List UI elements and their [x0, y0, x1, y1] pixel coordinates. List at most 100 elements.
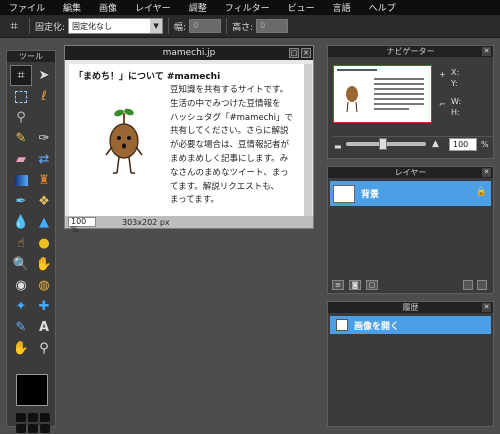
menu-language[interactable]: 言語	[333, 1, 351, 14]
document-title-bar[interactable]: mamechi.jp □ ✕	[65, 46, 313, 60]
divider	[226, 18, 228, 34]
color-preset[interactable]	[28, 413, 38, 422]
crop-icon: ⌗	[10, 18, 18, 34]
layers-footer: ≡ ◙ ▢	[332, 280, 378, 290]
menu-file[interactable]: ファイル	[9, 1, 45, 14]
image-canvas[interactable]: 「まめち！」について #mamechi 豆知識を共有するサイトです。 生活の中で…	[69, 64, 304, 216]
navigator-zoom-input[interactable]: 100	[449, 138, 477, 151]
layer-mask-icon[interactable]: ◙	[349, 280, 361, 290]
ratio-select[interactable]: 固定化なし ▼	[68, 18, 164, 34]
layers-footer-actions	[463, 280, 487, 290]
divider	[168, 18, 170, 34]
tools-panel-title: ツール	[7, 51, 55, 62]
layer-style-icon[interactable]: ▢	[366, 280, 378, 290]
lock-icon[interactable]: 🔒	[476, 187, 487, 197]
layers-title-bar: レイヤー ✕	[328, 167, 493, 178]
mascot-illustration	[105, 108, 143, 174]
open-image-icon	[336, 319, 348, 331]
x-label: X:	[451, 68, 460, 77]
lasso-tool-icon[interactable]: ℓ	[33, 86, 55, 107]
menu-help[interactable]: ヘルプ	[369, 1, 396, 14]
dimensions-icon: ⌐	[439, 100, 446, 109]
height-label: 高さ:	[232, 22, 254, 33]
menu-view[interactable]: ビュー	[288, 1, 315, 14]
height-input[interactable]: 0	[256, 19, 289, 33]
chevron-down-icon[interactable]: ▼	[150, 19, 163, 33]
crop-tool-icon[interactable]: ⌗	[10, 65, 32, 86]
move-tool-icon[interactable]: ➤	[33, 65, 55, 86]
magnifier-icon[interactable]: ⚲	[33, 338, 55, 359]
pan-icon[interactable]: ✋	[10, 338, 32, 359]
thumbnail-preview	[337, 69, 424, 113]
draw-icon[interactable]: ✎	[10, 317, 32, 338]
history-item[interactable]: 画像を開く	[330, 316, 491, 334]
divider	[333, 136, 493, 137]
red-eye-icon[interactable]: ◉	[10, 275, 32, 296]
maximize-icon[interactable]: □	[289, 48, 299, 58]
blur-icon[interactable]: 💧	[10, 212, 32, 233]
sponge-icon[interactable]: ❖	[33, 191, 55, 212]
close-icon[interactable]: ✕	[482, 168, 491, 177]
close-icon[interactable]: ✕	[482, 303, 491, 312]
hand-tool-icon[interactable]: ✋	[33, 254, 55, 275]
color-preset[interactable]	[40, 424, 50, 433]
color-preset[interactable]	[28, 424, 38, 433]
pinch-icon[interactable]: ✦	[10, 296, 32, 317]
color-presets	[16, 413, 50, 433]
replace-color-icon[interactable]: ⇄	[33, 149, 55, 170]
divider	[29, 18, 30, 34]
brush-icon[interactable]: ✑	[33, 128, 55, 149]
layers-panel: レイヤー ✕ 背景 🔒 ≡ ◙ ▢	[327, 166, 494, 294]
delete-layer-icon[interactable]	[477, 280, 487, 290]
h-label: H:	[451, 108, 460, 117]
menu-filter[interactable]: フィルター	[225, 1, 270, 14]
menu-adjust[interactable]: 調整	[189, 1, 207, 14]
color-picker-icon[interactable]: ✒	[10, 191, 32, 212]
y-label: Y:	[451, 79, 458, 88]
pencil-icon[interactable]: ✎	[10, 128, 32, 149]
magic-wand-icon[interactable]: ⚲	[10, 107, 32, 128]
color-preset[interactable]	[16, 424, 26, 433]
history-item-label: 画像を開く	[354, 321, 400, 332]
close-icon[interactable]: ✕	[301, 48, 311, 58]
ratio-select-value: 固定化なし	[72, 21, 113, 31]
color-preset[interactable]	[16, 413, 26, 422]
stamp-icon[interactable]: ♜	[33, 170, 55, 191]
image-body-text: 豆知識を共有するサイトです。 生活の中でみつけた豆情報を ハッシュタグ「#mam…	[170, 85, 294, 206]
gradient-icon[interactable]	[10, 170, 32, 191]
close-icon[interactable]: ✕	[482, 47, 491, 56]
smudge-icon[interactable]: ☝	[10, 233, 32, 254]
width-label: 幅:	[174, 22, 187, 33]
marquee-tool-icon[interactable]	[10, 86, 32, 107]
zoom-field[interactable]: 100 %	[68, 217, 96, 234]
menu-layer[interactable]: レイヤー	[135, 1, 171, 14]
new-layer-icon[interactable]	[463, 280, 473, 290]
navigator-title: ナビゲーター	[386, 47, 435, 56]
menu-edit[interactable]: 編集	[63, 1, 81, 14]
layer-name: 背景	[361, 190, 380, 200]
document-title: mamechi.jp	[162, 48, 216, 58]
width-input[interactable]: 0	[189, 19, 222, 33]
dodge-icon[interactable]: ●	[33, 233, 55, 254]
navigator-zoom-unit: %	[481, 140, 489, 149]
zoom-out-icon[interactable]: ▬	[334, 142, 342, 151]
layer-row[interactable]: 背景 🔒	[330, 181, 491, 206]
vertical-scrollbar[interactable]	[304, 64, 312, 216]
zoom-slider-knob[interactable]	[379, 138, 387, 150]
navigator-panel: ナビゲーター ✕ + X: Y: ⌐ W: H: ▬ ▲ 100 %	[327, 45, 494, 159]
color-preset[interactable]	[40, 413, 50, 422]
history-title-bar: 履歴 ✕	[328, 302, 493, 313]
zoom-tool-icon[interactable]: 🔍	[10, 254, 32, 275]
layers-title: レイヤー	[394, 168, 427, 177]
layer-menu-icon[interactable]: ≡	[332, 280, 344, 290]
menu-image[interactable]: 画像	[99, 1, 117, 14]
text-tool-icon[interactable]: A	[33, 317, 55, 338]
zoom-slider[interactable]	[346, 138, 426, 150]
sharpen-icon[interactable]: ▲	[33, 212, 55, 233]
bloat-icon[interactable]: ◍	[33, 275, 55, 296]
foreground-color-swatch[interactable]	[16, 374, 48, 406]
navigator-thumbnail[interactable]	[333, 65, 432, 123]
zoom-in-icon[interactable]: ▲	[432, 139, 439, 149]
spot-heal-icon[interactable]: ✚	[33, 296, 55, 317]
eraser-icon[interactable]: ▰	[10, 149, 32, 170]
